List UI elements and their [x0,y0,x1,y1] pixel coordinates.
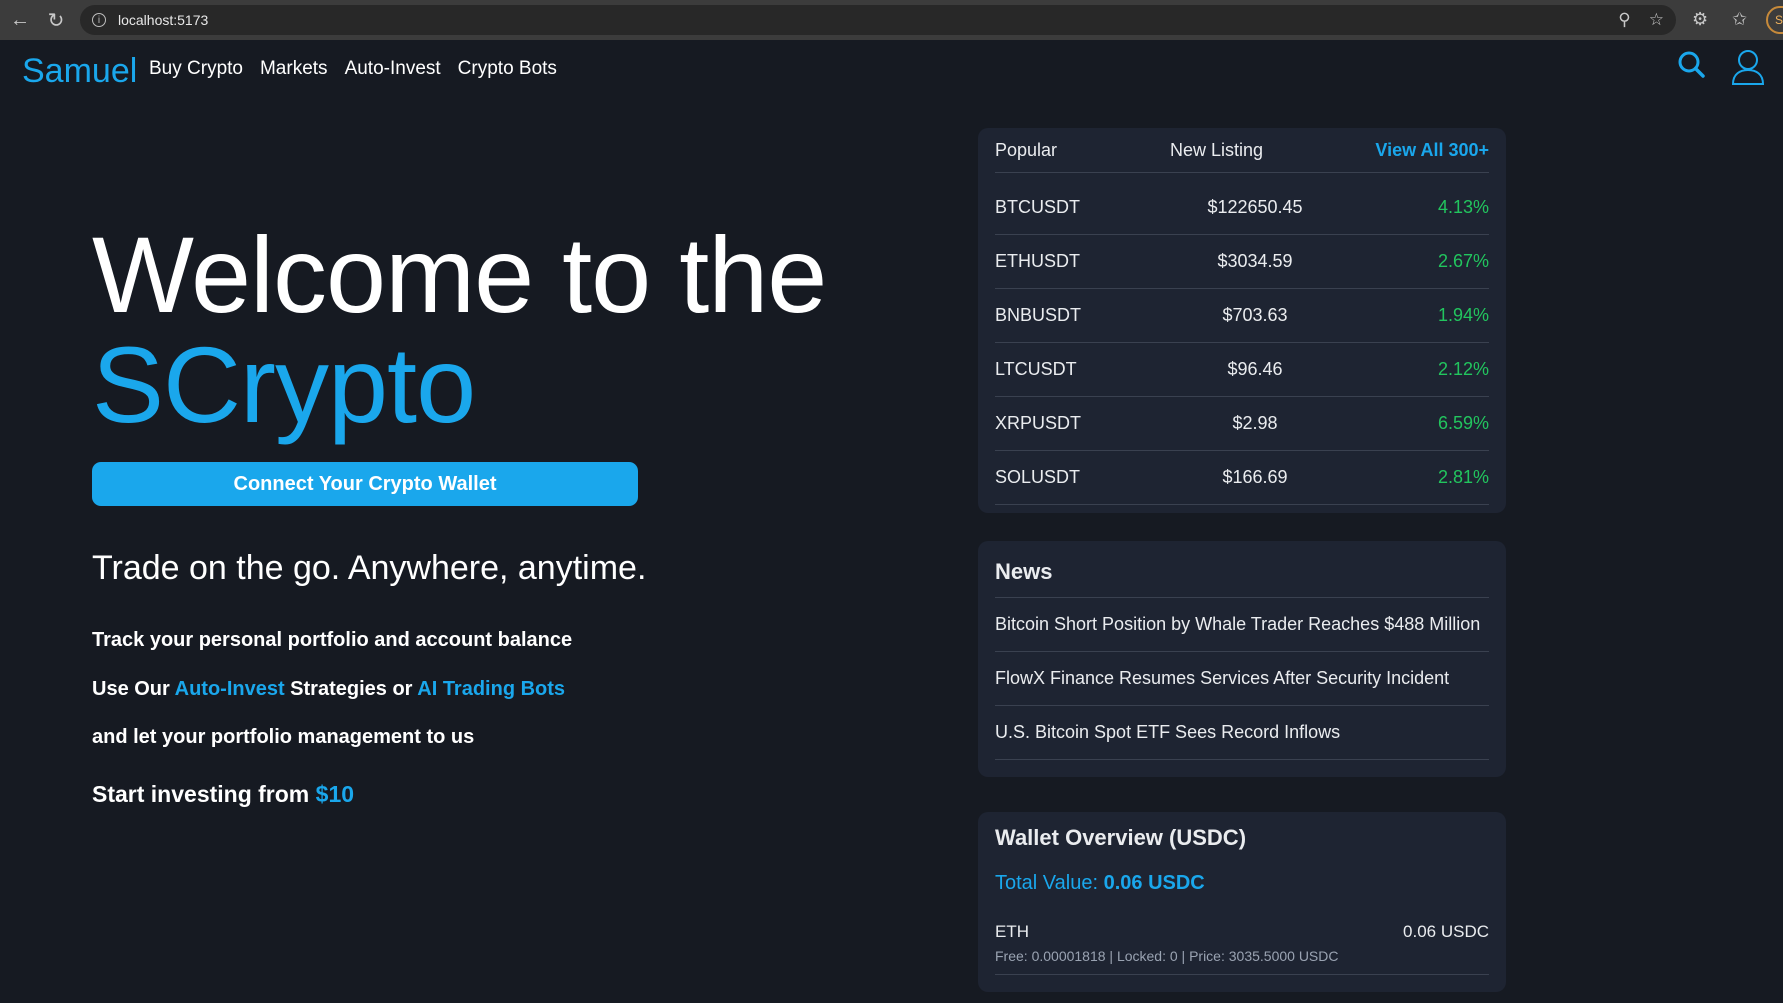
wallet-total: Total Value: 0.06 USDC [995,872,1205,895]
ai-trading-bots-link[interactable]: AI Trading Bots [417,678,565,700]
market-row[interactable]: XRPUSDT $2.98 6.59% [995,397,1489,451]
main-nav: Buy Crypto Markets Auto-Invest Crypto Bo… [149,58,574,80]
market-symbol: BTCUSDT [995,197,1080,217]
market-price: $703.63 [1222,305,1288,325]
news-item[interactable]: Bitcoin Short Position by Whale Trader R… [995,598,1489,652]
divider [995,974,1489,975]
market-change: 1.94% [1437,305,1489,325]
market-symbol: BNBUSDT [995,305,1082,325]
browser-toolbar: ← ↻ i localhost:5173 ⚲ ☆ ⚙ ✩ Si [0,0,1783,40]
search-icon[interactable] [1677,48,1705,80]
market-change: 4.13% [1437,197,1489,217]
view-all-link[interactable]: View All 300+ [1375,140,1489,161]
market-overview-card: Popular New Listing View All 300+ BTCUSD… [978,128,1506,513]
feature-strategies: Use Our Auto-Invest Strategies or AI Tra… [92,678,565,701]
tab-new-listing[interactable]: New Listing [1170,140,1263,161]
user-account-icon[interactable] [1731,48,1765,86]
connect-wallet-button[interactable]: Connect Your Crypto Wallet [92,462,638,506]
market-price: $96.46 [1227,359,1283,379]
nav-buy-crypto[interactable]: Buy Crypto [149,58,243,80]
news-item[interactable]: U.S. Bitcoin Spot ETF Sees Record Inflow… [995,706,1489,760]
market-row[interactable]: LTCUSDT $96.46 2.12% [995,343,1489,397]
market-price: $166.69 [1222,467,1288,487]
market-change: 6.59% [1437,413,1489,433]
feature-management: and let your portfolio management to us [92,726,475,748]
market-price: $2.98 [1232,413,1278,433]
nav-markets[interactable]: Markets [260,58,328,80]
auto-invest-link[interactable]: Auto-Invest [175,678,285,700]
start-investing-prefix: Start investing from [92,781,316,807]
back-icon[interactable]: ← [2,2,38,38]
nav-crypto-bots[interactable]: Crypto Bots [458,58,557,80]
market-price: $3034.59 [1217,251,1293,271]
wallet-heading: Wallet Overview (USDC) [995,825,1247,850]
market-price: $122650.45 [1207,197,1303,217]
zoom-icon[interactable]: ⚲ [1618,10,1630,30]
market-change: 2.12% [1437,359,1489,379]
wallet-asset-detail: Free: 0.00001818 | Locked: 0 | Price: 30… [995,948,1339,964]
app-header: Samuel Buy Crypto Markets Auto-Invest Cr… [0,40,1783,100]
hero-title-line1: Welcome to the [92,214,827,335]
market-symbol: ETHUSDT [995,251,1080,271]
url-text: localhost:5173 [118,12,209,28]
market-row[interactable]: BNBUSDT $703.63 1.94% [995,289,1489,343]
start-investing-text: Start investing from $10 [92,781,354,808]
market-tabs: Popular New Listing View All 300+ [995,128,1489,173]
nav-auto-invest[interactable]: Auto-Invest [345,58,441,80]
wallet-total-value: 0.06 USDC [1103,872,1205,894]
browser-profile-avatar[interactable]: Si [1766,6,1783,34]
extensions-icon[interactable]: ⚙ [1692,9,1708,30]
favorites-icon[interactable]: ✩ [1732,9,1747,30]
hero-tagline: Trade on the go. Anywhere, anytime. [92,549,647,587]
wallet-asset-name: ETH [995,922,1029,941]
news-item[interactable]: FlowX Finance Resumes Services After Sec… [995,652,1489,706]
site-info-icon[interactable]: i [92,13,106,27]
market-symbol: LTCUSDT [995,359,1077,379]
market-symbol: SOLUSDT [995,467,1081,487]
wallet-total-label: Total Value: [995,872,1104,894]
feature-portfolio: Track your personal portfolio and accoun… [92,629,573,651]
market-change: 2.67% [1437,251,1489,271]
market-change: 2.81% [1437,467,1489,487]
wallet-asset-amount: 0.06 USDC [1403,922,1489,941]
news-card: News Bitcoin Short Position by Whale Tra… [978,541,1506,777]
market-row[interactable]: ETHUSDT $3034.59 2.67% [995,235,1489,289]
start-investing-amount: $10 [315,781,355,807]
tab-popular[interactable]: Popular [995,140,1057,161]
market-row[interactable]: SOLUSDT $166.69 2.81% [995,451,1489,505]
market-row[interactable]: BTCUSDT $122650.45 4.13% [995,181,1489,235]
reload-icon[interactable]: ↻ [38,2,74,38]
brand-logo[interactable]: Samuel [22,52,137,91]
bookmark-star-icon[interactable]: ☆ [1649,10,1664,30]
wallet-overview-card: Wallet Overview (USDC) Total Value: 0.06… [978,812,1506,992]
news-heading: News [995,559,1053,584]
address-bar[interactable]: i localhost:5173 ⚲ ☆ [80,5,1676,35]
feature-strategies-prefix: Use Our [92,678,175,700]
market-symbol: XRPUSDT [995,413,1082,433]
feature-strategies-middle: Strategies or [284,678,418,700]
hero-heading: Welcome to the SCrypto [92,220,827,445]
hero-title-brand: SCrypto [92,324,476,445]
